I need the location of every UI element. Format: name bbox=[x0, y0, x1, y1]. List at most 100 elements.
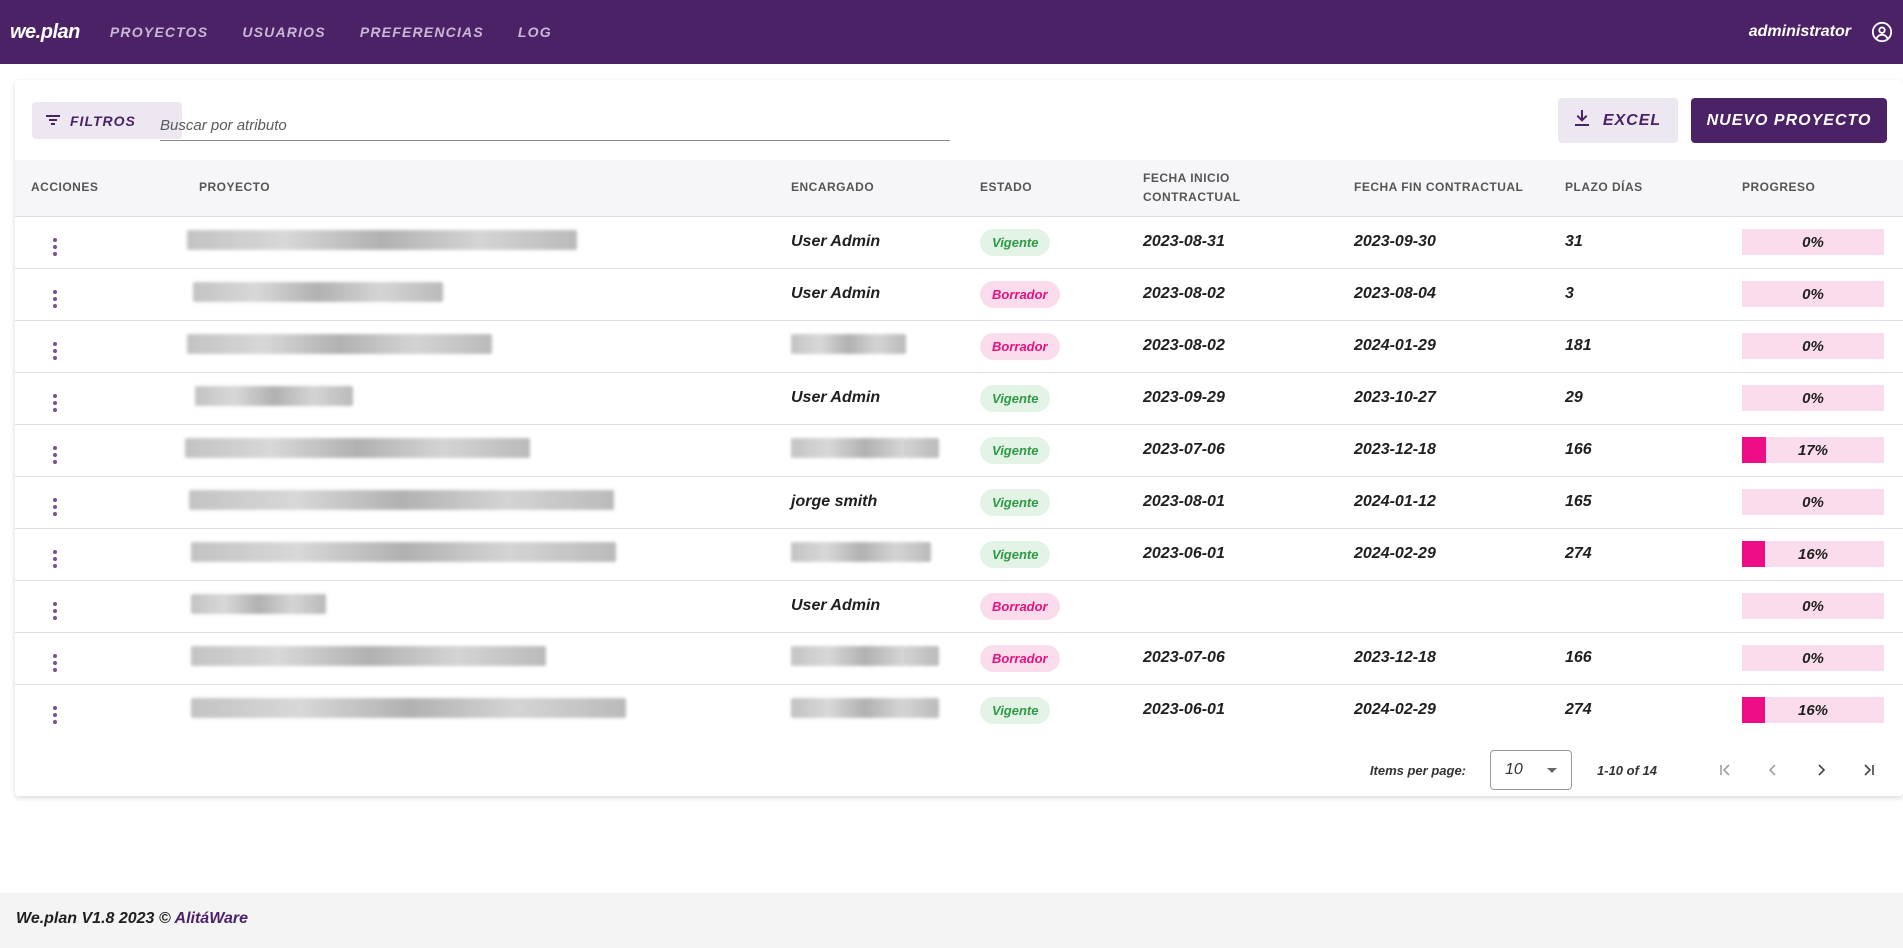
row-progreso-cell: 16% bbox=[1726, 527, 1903, 580]
more-vert-icon[interactable] bbox=[53, 601, 57, 620]
row-estado-cell: Vigente bbox=[964, 683, 1127, 736]
table-row[interactable]: Vigente 2023-06-01 2024-02-29 274 16% bbox=[15, 527, 1903, 580]
col-plazo[interactable]: PLAZO DÍAS bbox=[1549, 160, 1726, 216]
status-badge: Vigente bbox=[980, 384, 1051, 412]
page-size-select[interactable]: 10 bbox=[1490, 750, 1573, 790]
row-proyecto[interactable] bbox=[183, 423, 775, 476]
col-encargado[interactable]: ENCARGADO bbox=[775, 160, 964, 216]
status-badge: Borrador bbox=[980, 280, 1060, 308]
search-input[interactable] bbox=[160, 113, 950, 141]
progress-label: 0% bbox=[1802, 597, 1824, 615]
row-proyecto[interactable] bbox=[183, 683, 775, 736]
col-fecha-inicio[interactable]: FECHA INICIO CONTRACTUAL bbox=[1127, 160, 1338, 216]
col-fecha-fin[interactable]: FECHA FIN CONTRACTUAL bbox=[1338, 160, 1549, 216]
main-nav: PROYECTOS USUARIOS PREFERENCIAS LOG bbox=[110, 24, 552, 40]
projects-table: ACCIONES PROYECTO ENCARGADO ESTADO FECHA… bbox=[15, 160, 1903, 736]
row-fecha-inicio: 2023-08-02 bbox=[1127, 267, 1338, 320]
previous-page-icon[interactable] bbox=[1749, 763, 1797, 777]
row-encargado-cell: User Admin bbox=[775, 579, 964, 632]
row-estado-cell: Vigente bbox=[964, 475, 1127, 528]
more-vert-icon[interactable] bbox=[53, 393, 57, 412]
table-row[interactable]: User Admin Borrador 0% bbox=[15, 579, 1903, 632]
paginator: Items per page: 10 1-10 of 14 bbox=[15, 736, 1903, 804]
more-vert-icon[interactable] bbox=[53, 497, 57, 516]
more-vert-icon[interactable] bbox=[53, 237, 57, 256]
more-vert-icon[interactable] bbox=[53, 705, 57, 724]
filter-list-icon bbox=[46, 113, 60, 129]
progress-bar: 0% bbox=[1742, 593, 1884, 619]
brand-logo[interactable]: we.plan bbox=[10, 21, 80, 44]
col-proyecto[interactable]: PROYECTO bbox=[183, 160, 775, 216]
more-vert-icon[interactable] bbox=[53, 341, 57, 360]
table-row[interactable]: Borrador 2023-08-02 2024-01-29 181 0% bbox=[15, 319, 1903, 372]
col-estado[interactable]: ESTADO bbox=[964, 160, 1127, 216]
row-proyecto[interactable] bbox=[183, 475, 775, 528]
row-actions-cell bbox=[15, 423, 183, 476]
nav-preferencias[interactable]: PREFERENCIAS bbox=[360, 24, 484, 40]
progress-bar: 0% bbox=[1742, 489, 1884, 515]
row-estado-cell: Vigente bbox=[964, 423, 1127, 476]
table-row[interactable]: Borrador 2023-07-06 2023-12-18 166 0% bbox=[15, 631, 1903, 684]
table-row[interactable]: Vigente 2023-06-01 2024-02-29 274 16% bbox=[15, 683, 1903, 736]
progress-label: 16% bbox=[1797, 545, 1829, 563]
row-encargado-cell bbox=[775, 423, 964, 476]
row-proyecto[interactable] bbox=[183, 579, 775, 632]
row-proyecto[interactable] bbox=[183, 631, 775, 684]
row-fecha-fin: 2024-01-12 bbox=[1338, 475, 1549, 528]
row-proyecto[interactable] bbox=[183, 267, 775, 320]
row-fecha-inicio: 2023-07-06 bbox=[1127, 423, 1338, 476]
row-fecha-inicio: 2023-08-01 bbox=[1127, 475, 1338, 528]
row-proyecto[interactable] bbox=[183, 215, 775, 268]
redacted-project-name bbox=[191, 593, 326, 614]
last-page-icon[interactable] bbox=[1845, 763, 1893, 777]
row-actions-cell bbox=[15, 371, 183, 424]
table-row[interactable]: jorge smith Vigente 2023-08-01 2024-01-1… bbox=[15, 475, 1903, 528]
row-fecha-inicio: 2023-08-31 bbox=[1127, 215, 1338, 268]
row-proyecto[interactable] bbox=[183, 319, 775, 372]
row-encargado-cell: User Admin bbox=[775, 267, 964, 320]
footer-company-link[interactable]: AlitáWare bbox=[175, 910, 249, 927]
row-plazo: 165 bbox=[1549, 475, 1726, 528]
row-encargado: User Admin bbox=[791, 389, 881, 406]
table-row[interactable]: Vigente 2023-07-06 2023-12-18 166 17% bbox=[15, 423, 1903, 476]
page-range-label: 1-10 of 14 bbox=[1597, 762, 1657, 778]
table-row[interactable]: User Admin Borrador 2023-08-02 2023-08-0… bbox=[15, 267, 1903, 320]
first-page-icon[interactable] bbox=[1701, 763, 1749, 777]
redacted-project-name bbox=[187, 333, 492, 354]
row-proyecto[interactable] bbox=[183, 371, 775, 424]
row-encargado: User Admin bbox=[791, 285, 881, 302]
progress-bar: 0% bbox=[1742, 645, 1884, 671]
next-page-icon[interactable] bbox=[1797, 763, 1845, 777]
more-vert-icon[interactable] bbox=[53, 653, 57, 672]
status-badge: Vigente bbox=[980, 488, 1051, 516]
more-vert-icon[interactable] bbox=[53, 445, 57, 464]
redacted-project-name bbox=[195, 385, 353, 406]
export-excel-button[interactable]: EXCEL bbox=[1558, 98, 1678, 143]
row-encargado-cell: User Admin bbox=[775, 215, 964, 268]
nav-proyectos[interactable]: PROYECTOS bbox=[110, 24, 208, 40]
progress-label: 0% bbox=[1802, 337, 1824, 355]
nav-usuarios[interactable]: USUARIOS bbox=[242, 24, 326, 40]
status-badge: Borrador bbox=[980, 592, 1060, 620]
nav-log[interactable]: LOG bbox=[518, 24, 552, 40]
more-vert-icon[interactable] bbox=[53, 289, 57, 308]
row-fecha-fin: 2023-08-04 bbox=[1338, 267, 1549, 320]
progress-bar: 0% bbox=[1742, 281, 1884, 307]
progress-bar: 16% bbox=[1742, 697, 1884, 724]
row-encargado: User Admin bbox=[791, 233, 881, 250]
row-proyecto[interactable] bbox=[183, 527, 775, 580]
footer: We.plan V1.8 2023 © AlitáWare bbox=[0, 893, 1903, 948]
table-row[interactable]: User Admin Vigente 2023-08-31 2023-09-30… bbox=[15, 215, 1903, 268]
row-actions-cell bbox=[15, 267, 183, 320]
account-circle-icon[interactable] bbox=[1871, 21, 1893, 43]
col-progreso[interactable]: PROGRESO bbox=[1726, 160, 1903, 216]
new-project-button[interactable]: NUEVO PROYECTO bbox=[1691, 98, 1887, 143]
progress-label: 16% bbox=[1797, 701, 1829, 719]
redacted-encargado bbox=[791, 333, 906, 354]
row-fecha-fin: 2023-09-30 bbox=[1338, 215, 1549, 268]
row-fecha-fin: 2023-10-27 bbox=[1338, 371, 1549, 424]
redacted-encargado bbox=[791, 697, 939, 718]
table-row[interactable]: User Admin Vigente 2023-09-29 2023-10-27… bbox=[15, 371, 1903, 424]
more-vert-icon[interactable] bbox=[53, 549, 57, 568]
page-size-value: 10 bbox=[1505, 761, 1523, 778]
